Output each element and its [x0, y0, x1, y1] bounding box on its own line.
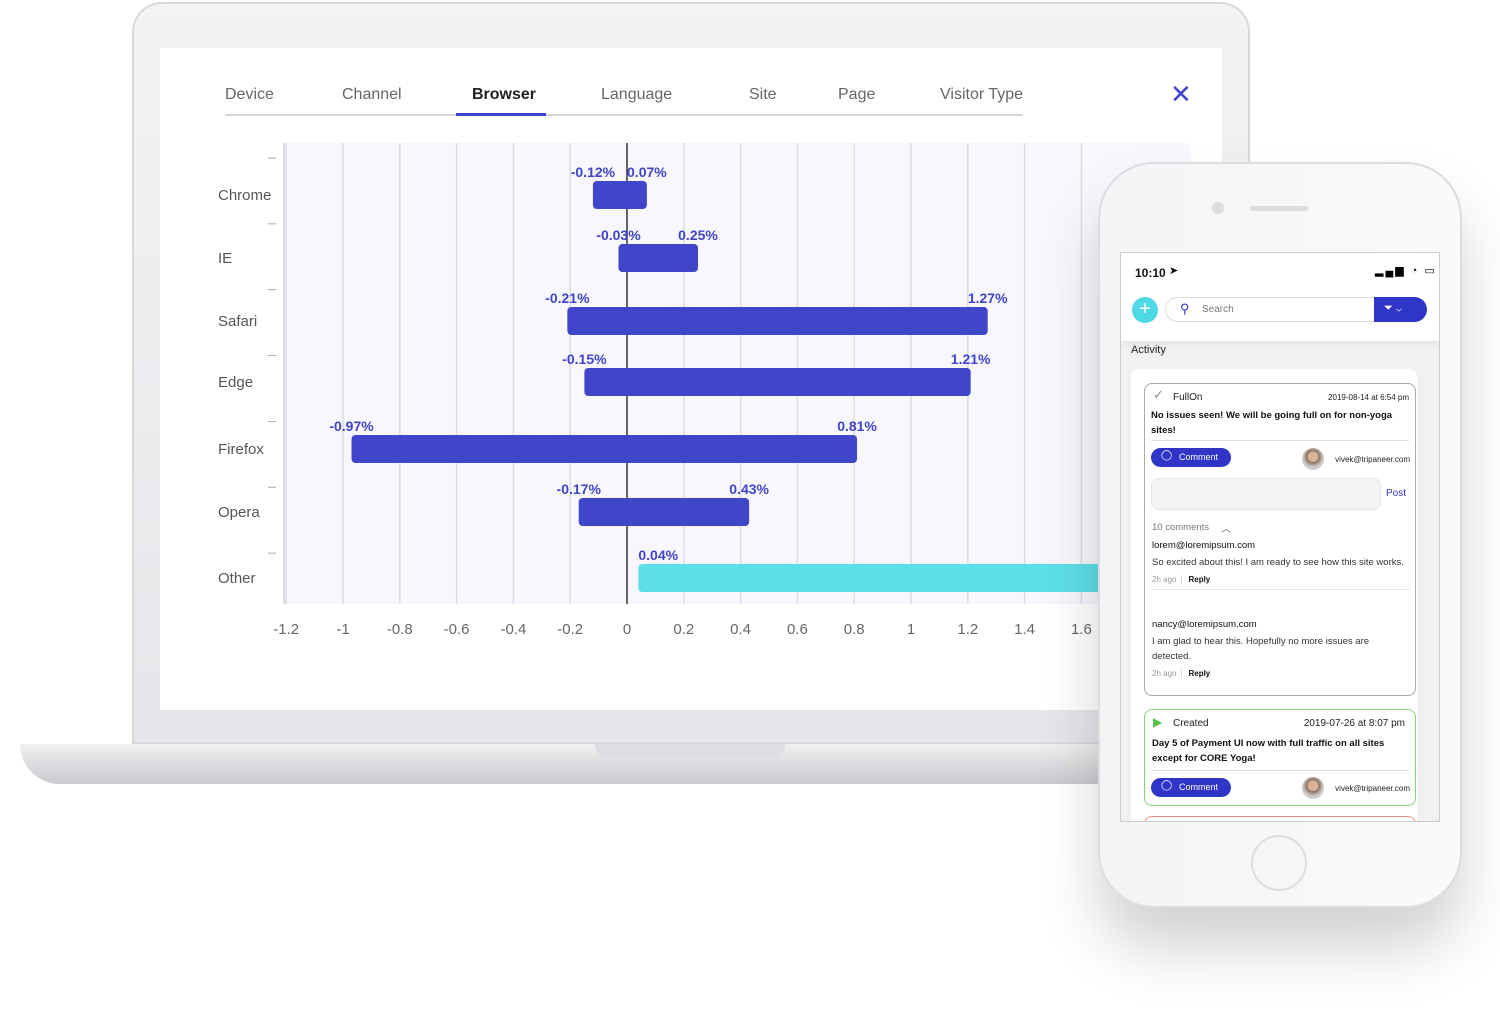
chevron-down-icon: ⌄: [1395, 302, 1402, 314]
x-tick-label: 0.8: [844, 621, 865, 638]
comment-label: Comment: [1179, 452, 1219, 462]
divider: [1152, 589, 1410, 590]
low-value-label: 0.04%: [638, 547, 678, 563]
divider: [1151, 770, 1409, 771]
add-button[interactable]: +: [1132, 297, 1158, 323]
y-category-label: Chrome: [218, 187, 271, 204]
x-tick-label: 1.6: [1071, 621, 1092, 638]
speech-bubble-icon: ◯: [1161, 780, 1173, 791]
comment-author: nancy@loremipsum.com: [1152, 619, 1257, 630]
range-bar-opera: [578, 498, 750, 526]
high-value-label: 1.27%: [968, 290, 1008, 306]
x-tick-label: -0.6: [444, 621, 470, 638]
comment: lorem@loremipsum.com So excited about th…: [1152, 540, 1410, 590]
low-value-label: -0.15%: [562, 351, 607, 367]
search-icon: ⚲: [1180, 301, 1190, 316]
x-tick-label: 0: [623, 621, 631, 638]
x-tick-label: -1: [336, 621, 349, 638]
search-placeholder: Search: [1202, 304, 1234, 315]
activity-date: 2019-07-26 at 8:07 pm: [1303, 718, 1405, 729]
comments-toggle[interactable]: 10 comments: [1152, 522, 1209, 533]
divider: [1151, 440, 1409, 441]
low-value-label: -0.21%: [545, 290, 590, 306]
x-tick-label: -0.4: [500, 621, 526, 638]
x-tick-label: 1.4: [1014, 621, 1035, 638]
activity-message: Day 5 of Payment UI now with full traffi…: [1152, 738, 1385, 764]
section-title: Activity: [1131, 344, 1166, 356]
high-value-label: 1.21%: [951, 351, 991, 367]
low-value-label: -0.97%: [329, 418, 374, 434]
y-category-label: Edge: [218, 374, 253, 391]
y-category-label: Other: [218, 570, 256, 587]
range-bar-edge: [584, 368, 971, 396]
app-header: 10:10 ➤ ▂▄▆ ◔ ▭ + ⚲ Search ⏷ ⌄: [1121, 253, 1439, 341]
speech-bubble-icon: ◯: [1161, 450, 1173, 461]
y-category-label: Firefox: [218, 441, 264, 458]
signal-wifi-battery-icon: ▂▄▆ ◔ ▭: [1375, 265, 1437, 277]
browser-range-chart: -1.2 -1 -0.8 -0.6 -0.4 -0.2 0 0.2 0.4 0.6 0.8 1 1.2 1…: [218, 143, 1222, 638]
y-category-label: Safari: [218, 313, 257, 330]
filter-dropdown-button[interactable]: ⏷ ⌄: [1374, 297, 1427, 322]
x-tick-label: -1.2: [273, 621, 299, 638]
speaker: [1250, 206, 1308, 211]
x-tick-label: 0.2: [673, 621, 694, 638]
comment-time: 2h ago: [1152, 669, 1177, 678]
post-button[interactable]: Post: [1386, 488, 1406, 499]
comment-button[interactable]: ◯ Comment: [1151, 448, 1231, 467]
comment-text: So excited about this! I am ready to see…: [1152, 557, 1404, 568]
check-icon: ✓: [1153, 387, 1164, 402]
avatar: [1302, 448, 1324, 470]
y-category-label: Opera: [218, 504, 260, 521]
activity-item: [1144, 816, 1416, 821]
high-value-label: 0.43%: [729, 481, 769, 497]
laptop-notch: [595, 744, 785, 758]
activity-status: FullOn: [1173, 392, 1203, 403]
high-value-label: 0.07%: [627, 164, 667, 180]
author-email: vivek@tripaneer.com: [1335, 784, 1410, 793]
low-value-label: -0.12%: [571, 164, 616, 180]
comment-button[interactable]: ◯ Comment: [1151, 778, 1231, 797]
filter-icon: ⏷: [1384, 302, 1393, 314]
activity-item: ▶ Created 2019-07-26 at 8:07 pm Day 5 of…: [1144, 709, 1416, 806]
range-bar-safari: [567, 307, 988, 335]
comment-time: 2h ago: [1152, 575, 1177, 584]
play-icon: ▶: [1153, 715, 1163, 729]
author-email: vivek@tripaneer.com: [1335, 455, 1410, 464]
high-value-label: 0.81%: [837, 418, 877, 434]
range-bar-ie: [618, 244, 698, 272]
activity-status: Created: [1173, 718, 1209, 729]
high-value-label: 0.25%: [678, 227, 718, 243]
x-tick-label: 0.4: [730, 621, 751, 638]
range-bar-firefox: [351, 435, 858, 463]
location-icon: ➤: [1169, 265, 1179, 277]
reply-link[interactable]: Reply: [1181, 669, 1211, 678]
comment-input[interactable]: [1151, 478, 1381, 510]
home-button[interactable]: [1251, 835, 1307, 891]
comment-author: lorem@loremipsum.com: [1152, 540, 1256, 551]
chevron-up-icon[interactable]: ︿: [1221, 520, 1231, 535]
search-input[interactable]: ⚲ Search: [1165, 297, 1375, 322]
status-time: 10:10: [1135, 266, 1166, 280]
x-tick-label: 1: [907, 621, 915, 638]
activity-message: No issues seen! We will be going full on…: [1151, 410, 1393, 436]
phone-screen: 10:10 ➤ ▂▄▆ ◔ ▭ + ⚲ Search ⏷ ⌄ Activity …: [1120, 252, 1440, 822]
range-bar-chrome: [592, 181, 647, 209]
y-category-label: IE: [218, 250, 232, 267]
camera: [1212, 202, 1224, 214]
activity-item: ✓ FullOn 2019-08-14 at 6:54 pm No issues…: [1144, 383, 1416, 696]
activity-date: 2019-08-14 at 6:54 pm: [1328, 393, 1409, 402]
laptop-screen: Device Channel Browser Language Site Page Visi…: [160, 48, 1222, 710]
comment: nancy@loremipsum.com I am glad to hear t…: [1152, 619, 1410, 678]
low-value-label: -0.03%: [596, 227, 641, 243]
avatar: [1302, 777, 1324, 799]
comment-text: I am glad to hear this. Hopefully no mor…: [1152, 636, 1370, 662]
x-tick-label: -0.8: [387, 621, 413, 638]
x-tick-label: 1.2: [957, 621, 978, 638]
comment-label: Comment: [1179, 782, 1219, 792]
x-tick-label: 0.6: [787, 621, 808, 638]
low-value-label: -0.17%: [557, 481, 602, 497]
reply-link[interactable]: Reply: [1181, 575, 1211, 584]
x-tick-label: -0.2: [557, 621, 583, 638]
